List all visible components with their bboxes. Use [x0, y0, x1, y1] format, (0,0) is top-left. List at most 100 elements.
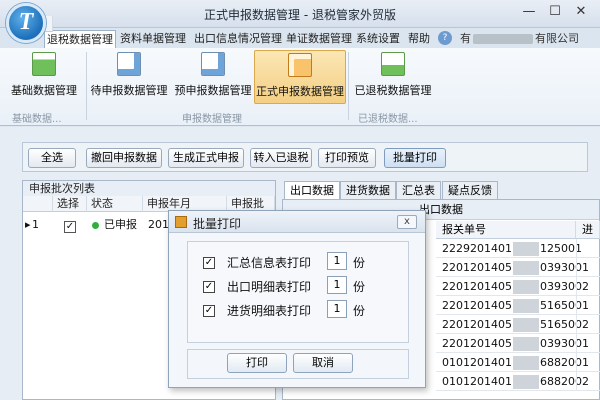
table-row[interactable]: 2201201405 5165002 [436, 315, 589, 334]
export-detail-print-label: 出口明细表打印 [227, 280, 312, 294]
purchase-detail-copies-input[interactable]: 1 [327, 300, 347, 318]
batch-print-dialog: 批量打印 x ✓ 汇总信息表打印 1 份 ✓ 出口明细表打印 1 份 ✓ 进货明… [168, 210, 426, 388]
table-row[interactable]: 2229201401 125001 [436, 239, 582, 258]
formal-declare-button[interactable]: 正式申报数据管理 [254, 50, 346, 104]
row-index: 1 [32, 218, 39, 231]
redacted-mask [513, 337, 539, 351]
basic-data-label: 基础数据管理 [11, 84, 77, 97]
group-label-basic: 基础数据... [12, 114, 62, 125]
dialog-title-bar: 批量打印 x [169, 211, 425, 233]
customs-no-prefix: 0101201401 [442, 375, 512, 388]
ribbon-separator [86, 52, 87, 120]
minimize-button[interactable]: — [518, 4, 540, 22]
row-marker: ▸ [25, 218, 31, 231]
tab-refund-data[interactable]: 退税数据管理 [44, 30, 116, 48]
app-logo-icon[interactable]: T [6, 3, 46, 43]
customs-no-prefix: 2201201405 [442, 299, 512, 312]
company-name: 有 有限公司 [460, 30, 579, 46]
help-icon[interactable]: ? [438, 31, 452, 45]
purchase-cell [576, 353, 600, 372]
pre-declare-label: 预申报数据管理 [174, 84, 252, 97]
ribbon-separator [348, 52, 349, 120]
basic-data-button[interactable]: 基础数据管理 [4, 50, 84, 104]
formal-declare-label: 正式申报数据管理 [256, 85, 344, 98]
purchase-cell [576, 315, 600, 334]
print-preview-button[interactable]: 打印预览 [318, 148, 376, 168]
ribbon-panel: 基础数据管理 待申报数据管理 预申报数据管理 正式申报数据管理 已退税数据管理 … [0, 48, 600, 126]
redacted-mask [513, 299, 539, 313]
purchase-cell [576, 372, 600, 391]
grid-icon [32, 52, 56, 76]
export-detail-copies-input[interactable]: 1 [327, 276, 347, 294]
summary-copies-input[interactable]: 1 [327, 252, 347, 270]
export-detail-print-checkbox[interactable]: ✓ [203, 281, 215, 293]
checkbox-checked-icon[interactable]: ✓ [64, 221, 76, 233]
move-to-refunded-button[interactable]: 转入已退税 [250, 148, 312, 168]
tab-help[interactable]: 帮助 [406, 30, 432, 48]
redacted-mask [513, 242, 539, 256]
pending-data-button[interactable]: 待申报数据管理 [88, 50, 170, 104]
redacted-mask [513, 356, 539, 370]
maximize-button[interactable]: ☐ [544, 4, 566, 22]
tab-voucher-data[interactable]: 单证数据管理 [284, 30, 354, 48]
tab-settings[interactable]: 系统设置 [354, 30, 402, 48]
header-customs-no[interactable]: 报关单号 [436, 221, 576, 239]
customs-no-prefix: 2201201405 [442, 280, 512, 293]
row-checkbox[interactable]: ✓ [64, 218, 76, 236]
group-label-declare: 申报数据管理 [182, 114, 242, 125]
table-row[interactable]: 2201201405 0393001 [436, 258, 589, 277]
pending-icon [117, 52, 141, 76]
tab-doubt-feedback[interactable]: 疑点反馈 [442, 181, 498, 199]
tab-summary[interactable]: 汇总表 [396, 181, 441, 199]
purchase-detail-print-checkbox[interactable]: ✓ [203, 305, 215, 317]
customs-no-prefix: 2229201401 [442, 242, 512, 255]
header-select[interactable]: 选择 [53, 196, 87, 212]
summary-print-label: 汇总信息表打印 [227, 256, 312, 270]
batch-print-button[interactable]: 批量打印 [384, 148, 446, 168]
table-row[interactable]: 2201201405 5165001 [436, 296, 589, 315]
purchase-cell [576, 334, 600, 353]
tab-export-data[interactable]: 出口数据 [284, 181, 340, 200]
formal-declare-icon [288, 53, 312, 77]
pending-data-label: 待申报数据管理 [90, 84, 168, 97]
company-prefix: 有 [460, 32, 471, 45]
pre-declare-button[interactable]: 预申报数据管理 [172, 50, 254, 104]
purchase-detail-print-label: 进货明细表打印 [227, 304, 312, 318]
redacted-mask [513, 261, 539, 275]
summary-print-checkbox[interactable]: ✓ [203, 257, 215, 269]
export-detail-copies-unit: 份 [353, 280, 366, 294]
withdraw-declare-button[interactable]: 撤回申报数据 [86, 148, 162, 168]
table-row[interactable]: 2201201405 0393002 [436, 277, 589, 296]
header-corner [23, 196, 53, 212]
tab-purchase-data[interactable]: 进货数据 [340, 181, 396, 199]
dialog-close-button[interactable]: x [397, 215, 417, 229]
row-status: 已申报 [92, 216, 137, 234]
table-row[interactable]: 0101201401 6882002 [436, 372, 589, 391]
tab-export-info[interactable]: 出口信息情况管理 [192, 30, 284, 48]
redacted-mask [473, 34, 533, 44]
generate-formal-button[interactable]: 生成正式申报 [168, 148, 244, 168]
redacted-mask [513, 318, 539, 332]
refunded-data-label: 已退税数据管理 [354, 84, 432, 97]
tab-documents[interactable]: 资料单据管理 [118, 30, 188, 48]
refunded-data-button[interactable]: 已退税数据管理 [352, 50, 434, 104]
close-button[interactable]: ✕ [570, 4, 592, 22]
cancel-button[interactable]: 取消 [293, 353, 353, 373]
print-button[interactable]: 打印 [227, 353, 287, 373]
header-status[interactable]: 状态 [87, 196, 143, 212]
company-suffix: 有限公司 [535, 32, 579, 45]
customs-no-prefix: 0101201401 [442, 356, 512, 369]
purchase-cell [576, 296, 600, 315]
pre-declare-icon [201, 52, 225, 76]
customs-no-prefix: 2201201405 [442, 337, 512, 350]
status-dot-icon [92, 221, 99, 229]
window-title: 正式申报数据管理 - 退税管家外贸版 [204, 8, 396, 22]
table-row[interactable]: 0101201401 6882001 [436, 353, 589, 372]
header-purchase[interactable]: 进 [576, 221, 600, 239]
redacted-mask [513, 375, 539, 389]
summary-copies-unit: 份 [353, 256, 366, 270]
table-row[interactable]: 2201201405 0393001 [436, 334, 589, 353]
customs-no-prefix: 2201201405 [442, 318, 512, 331]
select-all-button[interactable]: 全选 [28, 148, 76, 168]
printer-icon [175, 216, 187, 228]
